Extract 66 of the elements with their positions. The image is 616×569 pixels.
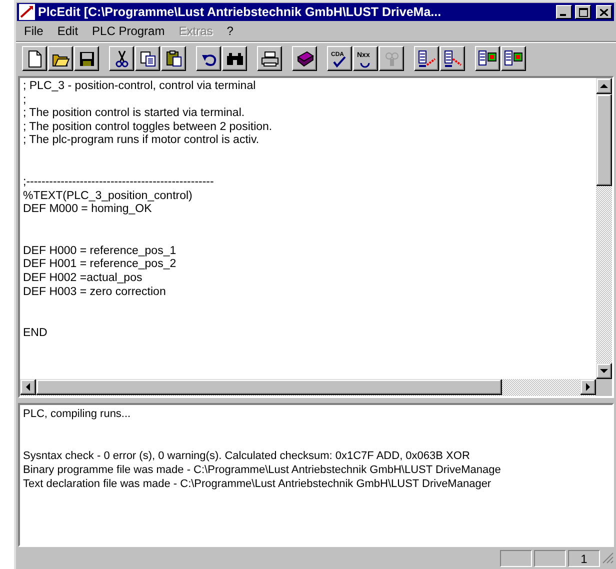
output-line: PLC, compiling runs...: [23, 407, 132, 421]
transfer-icon: [442, 50, 462, 68]
code-line: END: [23, 327, 48, 341]
compare-lists-icon: [478, 50, 498, 68]
maximize-icon: [578, 8, 588, 16]
code-line: ; The position control is started via terminal.: [23, 107, 246, 121]
code-line: ;: [23, 94, 28, 108]
close-button[interactable]: [596, 5, 612, 19]
code-editor[interactable]: [18, 76, 614, 398]
window-title: PlcEdit [C:\Programme\Lust Antriebstechnik GmbH\LUST DriveMa...: [38, 5, 442, 19]
toolbar-button[interactable]: [22, 46, 47, 71]
toolbar-button[interactable]: [222, 46, 247, 71]
undo-arrow-icon: [200, 52, 216, 66]
toolbar-button[interactable]: [440, 46, 465, 71]
code-line: ; PLC_3 - position-control, control via terminal: [23, 80, 257, 94]
toolbar-button[interactable]: [109, 46, 134, 71]
close-icon: [600, 8, 608, 16]
menu-item[interactable]: PLC Program: [92, 24, 165, 39]
printer-icon: [260, 50, 278, 66]
code-line: DEF M000 = homing_OK: [23, 203, 153, 217]
clipboard-icon: [166, 50, 182, 67]
code-line: ; The plc-program runs if motor control is activ.: [23, 134, 260, 148]
code-line: DEF H002 =actual_pos: [23, 272, 144, 286]
minimize-button[interactable]: [556, 5, 572, 19]
toolbar-button[interactable]: [48, 46, 73, 71]
output-line: Text declaration file was made - C:\Programme\Lust Antriebstechnik GmbH\LUST DriveManager: [23, 477, 492, 491]
status-pane: [534, 550, 566, 566]
code-line: DEF H000 = reference_pos_1: [23, 244, 178, 258]
menu-item[interactable]: ?: [226, 24, 234, 39]
toolbar-button[interactable]: [257, 46, 282, 71]
transfer-icon: [416, 50, 436, 68]
toolbar-button[interactable]: [501, 46, 526, 71]
toolbar-button[interactable]: [135, 46, 160, 71]
toolbar-button[interactable]: [74, 46, 99, 71]
toolbar-button[interactable]: [475, 46, 500, 71]
code-line: DEF H001 = reference_pos_2: [23, 258, 178, 272]
app-icon: [19, 4, 35, 20]
resize-grip-icon: [602, 552, 614, 564]
toolbar-button[interactable]: [414, 46, 439, 71]
toolbar-button[interactable]: [161, 46, 186, 71]
down-arrow-icon: [600, 368, 608, 374]
vertical-scrollbar[interactable]: [596, 78, 612, 379]
maximize-button[interactable]: [575, 5, 591, 19]
right-arrow-icon: [585, 383, 591, 391]
output-line: Sysntax check - 0 error (s), 0 warning(s). Calculated checksum: 0x1C7F ADD, 0x063B XOR: [23, 449, 471, 463]
code-line: ; The position control toggles between 2 position.: [23, 120, 274, 134]
scrollbar-corner: [596, 379, 612, 396]
scissors-icon: [114, 50, 128, 68]
toolbar-button[interactable]: [196, 46, 221, 71]
line-number-pane: 1: [568, 550, 600, 566]
output-line: Binary programme file was made - C:\Programme\Lust Antriebstechnik GmbH\LUST DriveManage: [23, 463, 502, 477]
code-line: ;-------------------------------------------------: [23, 176, 215, 190]
menu-item[interactable]: Edit: [57, 24, 78, 39]
code-line: %TEXT(PLC_3_position_control): [23, 190, 194, 204]
status-pane: [500, 550, 532, 566]
horizontal-scrollbar[interactable]: [20, 379, 596, 396]
blank-page-icon: [26, 50, 42, 68]
compare-lists-icon: [504, 50, 524, 68]
binoculars-icon: [226, 52, 244, 66]
left-arrow-icon: [25, 383, 31, 391]
up-arrow-icon: [600, 83, 608, 89]
menu-item[interactable]: File: [24, 24, 44, 39]
copy-pages-icon: [140, 50, 156, 66]
book-icon: [296, 50, 314, 66]
code-line: DEF H003 = zero correction: [23, 286, 167, 300]
toolbar-button[interactable]: [292, 46, 317, 71]
